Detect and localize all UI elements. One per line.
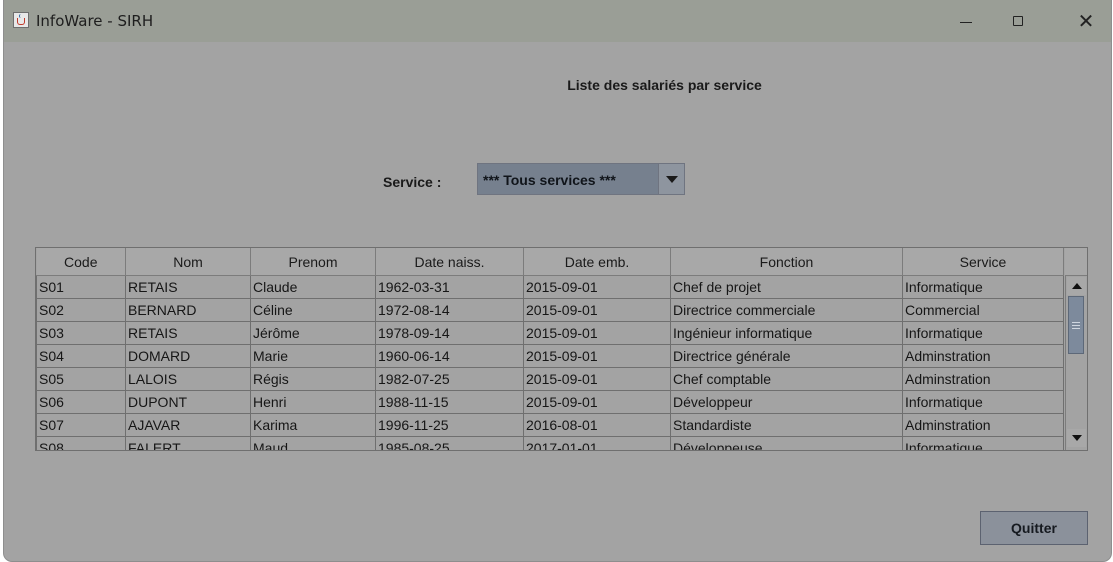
column-header[interactable]: Fonction (670, 248, 903, 276)
table-cell[interactable]: Informatique (902, 321, 1064, 345)
table-cell[interactable]: S03 (36, 321, 126, 345)
table-cell[interactable]: Henri (250, 390, 376, 414)
table-cell[interactable]: AJAVAR (125, 413, 251, 437)
table-cell[interactable]: S06 (36, 390, 126, 414)
column-header[interactable]: Code (36, 248, 126, 276)
table-cell[interactable]: Informatique (902, 436, 1064, 450)
table-cell[interactable]: BERNARD (125, 298, 251, 322)
table-cell[interactable]: Adminstration (902, 344, 1064, 368)
table-row[interactable]: S07 AJAVAR Karima 1996-11-25 2016-08-01 Stand… (36, 413, 1064, 437)
table-cell[interactable]: 1985-08-25 (375, 436, 524, 450)
table-cell[interactable]: Marie (250, 344, 376, 368)
table-row[interactable]: S02 BERNARD Céline 1972-08-14 2015-09-01 Dire… (36, 298, 1064, 322)
app-window: InfoWare - SIRH ✕ Liste des salariés par… (4, 0, 1111, 561)
table-cell[interactable]: 2015-09-01 (523, 298, 671, 322)
table-cell[interactable]: S07 (36, 413, 126, 437)
table-cell[interactable]: Adminstration (902, 367, 1064, 391)
arrow-down-icon (1071, 435, 1082, 441)
vertical-scrollbar[interactable] (1065, 276, 1087, 450)
service-select[interactable]: *** Tous services *** (477, 163, 685, 195)
scroll-down-button[interactable] (1067, 429, 1086, 447)
table-row[interactable]: S01 RETAIS Claude 1962-03-31 2015-09-01 Chef … (36, 275, 1064, 299)
table-cell[interactable]: 1978-09-14 (375, 321, 524, 345)
table-cell[interactable]: Chef comptable (670, 367, 903, 391)
chevron-down-icon (665, 175, 678, 183)
table-row[interactable]: S08 FALERT Maud 1985-08-25 2017-01-01 Dévelop… (36, 436, 1064, 450)
table-cell[interactable]: 2015-09-01 (523, 344, 671, 368)
page-title: Liste des salariés par service (567, 77, 762, 93)
table-cell[interactable]: 1972-08-14 (375, 298, 524, 322)
table-cell[interactable]: Commercial (902, 298, 1064, 322)
table-cell[interactable]: S05 (36, 367, 126, 391)
scroll-corner (1065, 248, 1087, 276)
table-cell[interactable]: Informatique (902, 390, 1064, 414)
table-cell[interactable]: Informatique (902, 275, 1064, 299)
table-cell[interactable]: 1996-11-25 (375, 413, 524, 437)
java-app-icon (13, 12, 29, 28)
table-cell[interactable]: 2015-09-01 (523, 321, 671, 345)
close-button[interactable]: ✕ (1063, 0, 1109, 42)
arrow-up-icon (1071, 283, 1082, 289)
table-cell[interactable]: 1982-07-25 (375, 367, 524, 391)
table-cell[interactable]: Karima (250, 413, 376, 437)
table-cell[interactable]: Standardiste (670, 413, 903, 437)
table-cell[interactable]: LALOIS (125, 367, 251, 391)
table-cell[interactable]: 2015-09-01 (523, 367, 671, 391)
table-cell[interactable]: Directrice générale (670, 344, 903, 368)
table-cell[interactable]: 1960-06-14 (375, 344, 524, 368)
table-cell[interactable]: Adminstration (902, 413, 1064, 437)
table-cell[interactable]: FALERT (125, 436, 251, 450)
service-select-value: *** Tous services *** (483, 172, 616, 188)
table-row[interactable]: S04 DOMARD Marie 1960-06-14 2015-09-01 Direct… (36, 344, 1064, 368)
table-cell[interactable]: Développeuse (670, 436, 903, 450)
table-cell[interactable]: Ingénieur informatique (670, 321, 903, 345)
table-header-row: Code Nom Prenom Date naiss. Date emb. Fo… (36, 248, 1064, 276)
table-cell[interactable]: Céline (250, 298, 376, 322)
dropdown-arrow-button[interactable] (658, 164, 684, 194)
maximize-button[interactable] (995, 0, 1041, 42)
table-row[interactable]: S06 DUPONT Henri 1988-11-15 2015-09-01 Dévelo… (36, 390, 1064, 414)
table-cell[interactable]: Maud (250, 436, 376, 450)
table-cell[interactable]: Jérôme (250, 321, 376, 345)
service-label: Service : (383, 174, 442, 190)
table-cell[interactable]: 1962-03-31 (375, 275, 524, 299)
table-cell[interactable]: S08 (36, 436, 126, 450)
table-cell[interactable]: Développeur (670, 390, 903, 414)
table-cell[interactable]: 2015-09-01 (523, 275, 671, 299)
table-cell[interactable]: Chef de projet (670, 275, 903, 299)
table-cell[interactable]: RETAIS (125, 275, 251, 299)
column-header[interactable]: Service (902, 248, 1064, 276)
minimize-icon (960, 21, 972, 23)
column-header[interactable]: Prenom (250, 248, 376, 276)
minimize-button[interactable] (943, 0, 989, 42)
table-cell[interactable]: S02 (36, 298, 126, 322)
table-cell[interactable]: Claude (250, 275, 376, 299)
column-header[interactable]: Date naiss. (375, 248, 524, 276)
column-header[interactable]: Date emb. (523, 248, 671, 276)
column-header[interactable]: Nom (125, 248, 251, 276)
table-cell[interactable]: DUPONT (125, 390, 251, 414)
quit-button[interactable]: Quitter (980, 511, 1088, 545)
window-title: InfoWare - SIRH (36, 12, 154, 30)
table-cell[interactable]: RETAIS (125, 321, 251, 345)
table-row[interactable]: S03 RETAIS Jérôme 1978-09-14 2015-09-01 Ingén… (36, 321, 1064, 345)
table-cell[interactable]: S04 (36, 344, 126, 368)
table-cell[interactable]: Régis (250, 367, 376, 391)
table-cell[interactable]: DOMARD (125, 344, 251, 368)
scroll-up-button[interactable] (1067, 277, 1086, 295)
table-cell[interactable]: S01 (36, 275, 126, 299)
table-cell[interactable]: 2017-01-01 (523, 436, 671, 450)
maximize-icon (1013, 16, 1023, 26)
scroll-thumb[interactable] (1068, 296, 1084, 354)
table-cell[interactable]: 2016-08-01 (523, 413, 671, 437)
table-cell[interactable]: Directrice commerciale (670, 298, 903, 322)
table-cell[interactable]: 2015-09-01 (523, 390, 671, 414)
table-row[interactable]: S05 LALOIS Régis 1982-07-25 2015-09-01 Chef c… (36, 367, 1064, 391)
title-bar[interactable]: InfoWare - SIRH ✕ (4, 0, 1111, 42)
table-cell[interactable]: 1988-11-15 (375, 390, 524, 414)
close-icon: ✕ (1077, 9, 1095, 33)
employees-table[interactable]: Code Nom Prenom Date naiss. Date emb. Fo… (35, 247, 1088, 451)
